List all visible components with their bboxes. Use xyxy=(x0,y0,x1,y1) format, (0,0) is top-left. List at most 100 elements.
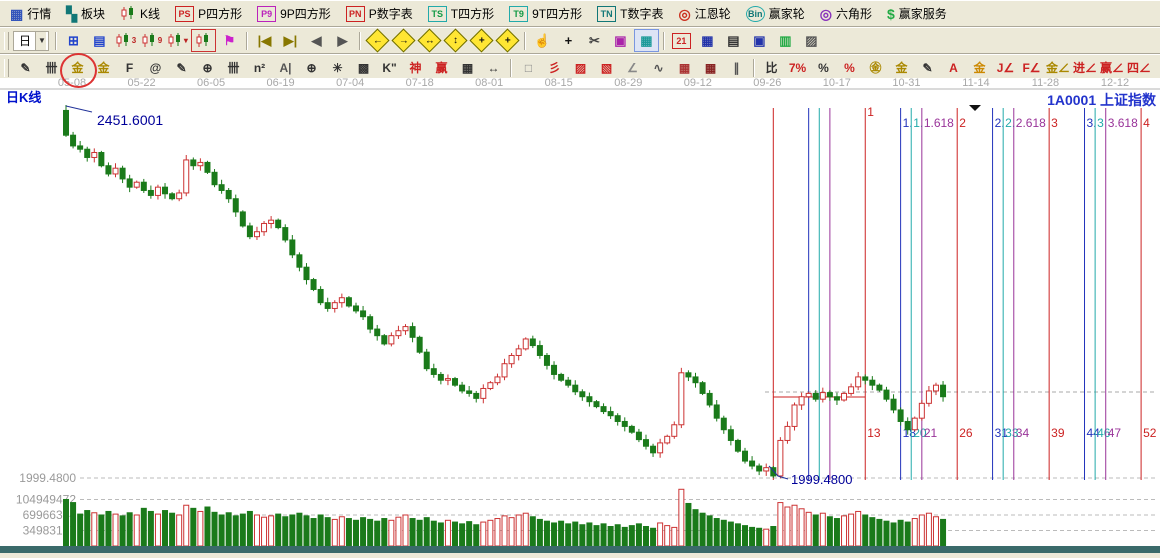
angle-a-button[interactable]: A| xyxy=(273,56,298,79)
print-button[interactable]: ▨ xyxy=(799,29,824,52)
zigzag-button[interactable]: ∿ xyxy=(646,56,671,79)
trend-flag-button[interactable]: ⚑ xyxy=(217,29,242,52)
f-angle-button[interactable]: F∠ xyxy=(1019,56,1044,79)
compass-button[interactable]: ⊕ xyxy=(299,56,324,79)
candle-body xyxy=(615,416,620,422)
kline-period-button[interactable]: ▾ xyxy=(165,29,190,52)
menu-item-t-square[interactable]: TST四方形 xyxy=(421,4,501,23)
jin-angle-button[interactable]: 进∠ xyxy=(1072,56,1098,79)
menu-item-winner-service[interactable]: $赢家服务 xyxy=(880,4,954,23)
menu-item-p-square[interactable]: PSP四方形 xyxy=(168,4,249,23)
fan-box2-button[interactable]: ▧ xyxy=(594,56,619,79)
spiral-tool-button[interactable]: @ xyxy=(143,56,168,79)
red-grid-button[interactable]: ▦ xyxy=(672,56,697,79)
star-tool-button[interactable]: ✳ xyxy=(325,56,350,79)
chart-window-button[interactable]: ⊞ xyxy=(61,29,86,52)
gann-expand-h-button[interactable]: ↔ xyxy=(417,29,442,52)
gann-gold-grid-button[interactable]: 金 xyxy=(65,56,90,79)
menu-item-gann-wheel[interactable]: ◎江恩轮 xyxy=(671,4,737,23)
chevron-down-icon[interactable]: ▼ xyxy=(35,32,46,50)
volume-bar xyxy=(799,509,804,546)
a-lines-button[interactable]: A xyxy=(941,56,966,79)
gann-move-button[interactable]: + xyxy=(469,29,494,52)
maze-tool-button[interactable]: ▦ xyxy=(634,29,659,52)
gold-circle-button[interactable]: ㊎ xyxy=(863,56,888,79)
ying-tool-button[interactable]: 赢 xyxy=(429,56,454,79)
calendar-21-button[interactable]: 21 xyxy=(669,29,694,52)
gann-shift-right-button[interactable]: → xyxy=(391,29,416,52)
candle-body xyxy=(877,385,882,390)
kline-3-button[interactable]: 3 xyxy=(113,29,138,52)
gold-angle-button[interactable]: 金∠ xyxy=(1045,56,1071,79)
box-select-button[interactable]: □ xyxy=(516,56,541,79)
hexagon-icon: ◎ xyxy=(820,7,832,21)
cube-tool-button[interactable]: ▣ xyxy=(608,29,633,52)
pct7-button[interactable]: 7% xyxy=(785,56,810,79)
fan-lines-button[interactable]: 彡 xyxy=(542,56,567,79)
red-grid2-button[interactable]: ▦ xyxy=(698,56,723,79)
export-button[interactable]: ▥ xyxy=(773,29,798,52)
gann-scale-button[interactable]: + xyxy=(495,29,520,52)
width-measure-button[interactable]: ↔ xyxy=(481,56,506,79)
pct-lines-button[interactable]: % xyxy=(837,56,862,79)
gold-lines-button[interactable]: 金 xyxy=(889,56,914,79)
grid-f-button[interactable]: F xyxy=(117,56,142,79)
ying-angle-button[interactable]: 赢∠ xyxy=(1099,56,1125,79)
gann-expand-v-button[interactable]: ↕ xyxy=(443,29,468,52)
pen-tool3-button[interactable]: ✎ xyxy=(915,56,940,79)
menu-item-p-number-table[interactable]: PNP数字表 xyxy=(339,4,420,23)
volume-bar xyxy=(608,527,613,546)
kline-9-button[interactable]: 9 xyxy=(139,29,164,52)
kline-chart-canvas[interactable]: 05-0805-2206-0506-1907-0407-1808-0108-15… xyxy=(0,78,1160,553)
volume-bar xyxy=(679,489,684,546)
period-day-selector[interactable]: 日▼ xyxy=(13,31,49,51)
fan-box-button[interactable]: ▨ xyxy=(568,56,593,79)
menu-item-winner-wheel[interactable]: Bin赢家轮 xyxy=(739,4,812,23)
k-mark-button[interactable]: K" xyxy=(377,56,402,79)
calculator-button[interactable]: ▦ xyxy=(695,29,720,52)
gold-lines2-button[interactable]: 金 xyxy=(967,56,992,79)
gann-shift-left-button[interactable]: ← xyxy=(365,29,390,52)
candle-body xyxy=(622,421,627,426)
volume-bar xyxy=(516,515,521,546)
volume-bar xyxy=(106,511,111,546)
pen-tool2-button[interactable]: ✎ xyxy=(169,56,194,79)
web-grid-button[interactable]: ▩ xyxy=(351,56,376,79)
quote-list-button[interactable]: ▤ xyxy=(87,29,112,52)
n2-grid-button[interactable]: n² xyxy=(247,56,272,79)
circle-grid-button[interactable]: ⊕ xyxy=(195,56,220,79)
menu-item-nine-t-square[interactable]: T99T四方形 xyxy=(502,4,589,23)
angle-measure-button[interactable]: ✂ xyxy=(582,29,607,52)
notepad-button[interactable]: ▤ xyxy=(721,29,746,52)
grid2-tool-button[interactable]: 卌 xyxy=(221,56,246,79)
ratio-tool-button[interactable]: 比 xyxy=(759,56,784,79)
menu-item-nine-p-square[interactable]: P99P四方形 xyxy=(250,4,338,23)
pct-button[interactable]: % xyxy=(811,56,836,79)
pen-tool-button[interactable]: ✎ xyxy=(13,56,38,79)
candle-body xyxy=(552,365,557,374)
save-button[interactable]: ▣ xyxy=(747,29,772,52)
first-page-button[interactable]: |◀ xyxy=(252,29,277,52)
grid-tool-button[interactable]: 卌 xyxy=(39,56,64,79)
kline-chart-panel[interactable]: 日K线 05-0805-2206-0506-1907-0407-1808-010… xyxy=(0,78,1160,553)
angle-lines-button[interactable]: ∠ xyxy=(620,56,645,79)
hand-tool-button[interactable]: ☝ xyxy=(530,29,555,52)
menu-item-kline[interactable]: K线 xyxy=(113,4,167,23)
volume-bar xyxy=(559,521,564,546)
j-angle-button[interactable]: J∠ xyxy=(993,56,1018,79)
si-angle-button[interactable]: 四∠ xyxy=(1126,56,1152,79)
prev-page-button[interactable]: ◀ xyxy=(304,29,329,52)
next-page-button[interactable]: ▶ xyxy=(330,29,355,52)
last-page-button[interactable]: ▶| xyxy=(278,29,303,52)
grid-123-button[interactable]: ▦ xyxy=(455,56,480,79)
menu-item-sectors[interactable]: ▚板块 xyxy=(59,4,112,23)
menu-item-hexagon[interactable]: ◎六角形 xyxy=(813,4,879,23)
gann-gold-grid2-button[interactable]: 金 xyxy=(91,56,116,79)
menu-item-market-quotes[interactable]: ▦行情 xyxy=(3,4,58,23)
parallel-lines-button[interactable]: ∥ xyxy=(724,56,749,79)
volume-bar xyxy=(332,519,337,546)
draw-kline-button[interactable] xyxy=(191,29,216,52)
menu-item-t-number-table[interactable]: TNT数字表 xyxy=(590,4,670,23)
shen-tool-button[interactable]: 神 xyxy=(403,56,428,79)
crosshair-button[interactable]: + xyxy=(556,29,581,52)
